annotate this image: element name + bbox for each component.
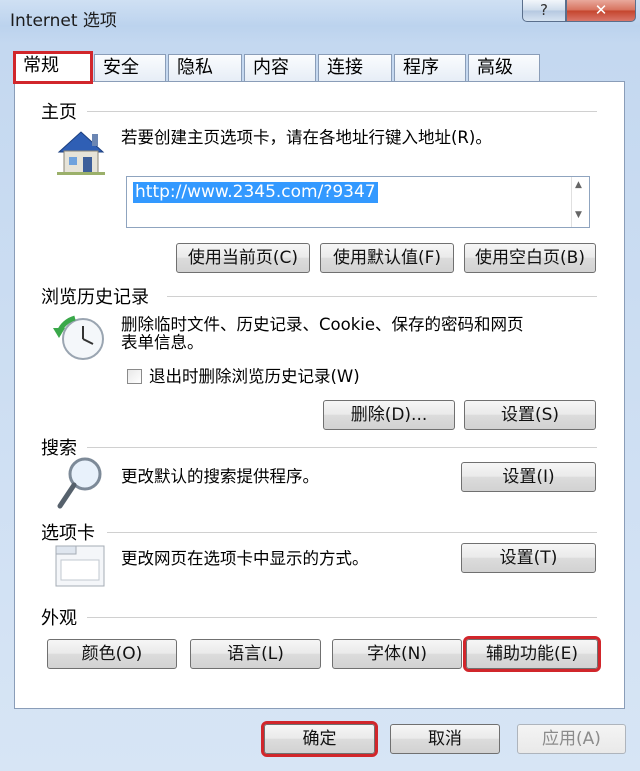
tab-advanced[interactable]: 高级 bbox=[468, 54, 540, 82]
history-settings-button[interactable]: 设置(S) bbox=[464, 400, 596, 430]
help-button[interactable]: ? bbox=[522, 0, 566, 22]
tabs-settings-button[interactable]: 设置(T) bbox=[461, 543, 596, 573]
magnifier-icon bbox=[57, 457, 102, 509]
tab-security[interactable]: 安全 bbox=[94, 54, 166, 82]
apply-button[interactable]: 应用(A) bbox=[517, 724, 626, 754]
home-section-title: 主页 bbox=[41, 102, 77, 123]
history-description-line2: 表单信息。 bbox=[121, 333, 204, 352]
home-url-textarea[interactable]: http://www.2345.com/?9347 ▲ ▼ bbox=[126, 176, 590, 228]
colors-button[interactable]: 颜色(O) bbox=[47, 639, 177, 669]
title-bar: Internet 选项 ? ✕ bbox=[0, 0, 640, 44]
search-settings-button[interactable]: 设置(I) bbox=[461, 462, 596, 492]
history-divider bbox=[167, 296, 597, 297]
appearance-section-title: 外观 bbox=[41, 608, 77, 629]
tabs-description: 更改网页在选项卡中显示的方式。 bbox=[121, 549, 369, 568]
tab-privacy[interactable]: 隐私 bbox=[168, 54, 242, 82]
ok-button[interactable]: 确定 bbox=[261, 721, 378, 757]
clock-icon bbox=[53, 315, 104, 360]
search-description: 更改默认的搜索提供程序。 bbox=[121, 467, 319, 486]
tab-general[interactable]: 常规 bbox=[13, 51, 93, 84]
delete-on-exit-label[interactable]: 退出时删除浏览历史记录(W) bbox=[149, 367, 360, 387]
search-divider bbox=[87, 447, 597, 448]
delete-history-button[interactable]: 删除(D)... bbox=[323, 400, 455, 430]
home-description: 若要创建主页选项卡，请在各地址行键入地址(R)。 bbox=[121, 128, 492, 147]
window-title: Internet 选项 bbox=[10, 11, 117, 31]
history-description-line1: 删除临时文件、历史记录、Cookie、保存的密码和网页 bbox=[121, 315, 524, 334]
home-url-value[interactable]: http://www.2345.com/?9347 bbox=[133, 182, 378, 203]
home-icon bbox=[57, 131, 105, 175]
tab-content[interactable]: 内容 bbox=[244, 54, 316, 82]
use-current-button[interactable]: 使用当前页(C) bbox=[176, 243, 310, 273]
tab-programs[interactable]: 程序 bbox=[394, 54, 466, 82]
scroll-up-icon[interactable]: ▲ bbox=[575, 180, 582, 190]
general-panel: 主页 若要创建主页选项卡，请在各地址行键入地址(R)。 http://www.2… bbox=[14, 81, 625, 709]
accessibility-button[interactable]: 辅助功能(E) bbox=[463, 636, 601, 672]
home-divider bbox=[87, 111, 597, 112]
use-default-button[interactable]: 使用默认值(F) bbox=[320, 243, 454, 273]
delete-on-exit-checkbox[interactable] bbox=[127, 369, 142, 384]
cancel-button[interactable]: 取消 bbox=[390, 724, 500, 754]
use-blank-button[interactable]: 使用空白页(B) bbox=[464, 243, 596, 273]
tabs-divider bbox=[107, 532, 597, 533]
tab-connections[interactable]: 连接 bbox=[318, 54, 392, 82]
tabs-icon bbox=[55, 545, 105, 587]
close-button[interactable]: ✕ bbox=[566, 0, 636, 22]
history-section-title: 浏览历史记录 bbox=[41, 287, 149, 308]
url-scrollbar[interactable]: ▲ ▼ bbox=[571, 177, 589, 227]
appearance-divider bbox=[87, 617, 597, 618]
scroll-down-icon[interactable]: ▼ bbox=[575, 210, 582, 220]
languages-button[interactable]: 语言(L) bbox=[190, 639, 321, 669]
fonts-button[interactable]: 字体(N) bbox=[332, 639, 462, 669]
